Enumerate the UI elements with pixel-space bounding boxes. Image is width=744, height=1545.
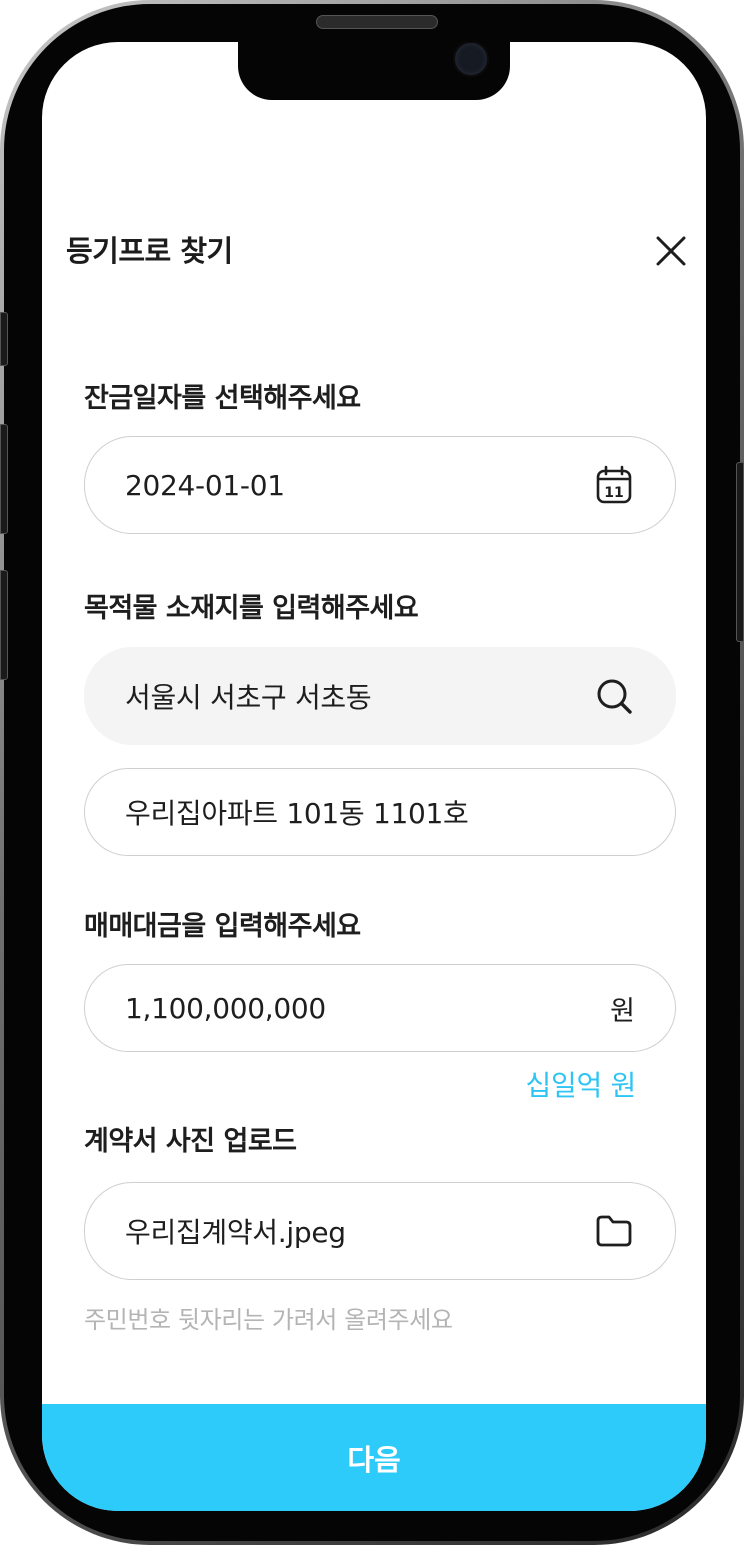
calendar-icon: 11 xyxy=(596,465,632,504)
mute-switch xyxy=(0,312,8,366)
contract-hint: 주민번호 뒷자리는 가려서 올려주세요 xyxy=(84,1306,453,1334)
address-detail-value: 우리집아파트 101동 1101호 xyxy=(125,797,469,830)
address-search-button[interactable] xyxy=(593,675,635,717)
search-icon xyxy=(597,679,632,714)
price-label: 매매대금을 입력해주세요 xyxy=(84,911,361,942)
calendar-day-text: 11 xyxy=(604,485,623,501)
app-screen: 등기프로 찾기 잔금일자를 선택해주세요 2024-01-01 11 목적물 소… xyxy=(42,42,706,1511)
balance-date-value: 2024-01-01 xyxy=(125,468,285,502)
notch xyxy=(238,42,510,100)
close-icon xyxy=(656,236,686,266)
next-button-label: 다음 xyxy=(347,1444,401,1477)
close-button[interactable] xyxy=(652,232,690,270)
balance-date-label: 잔금일자를 선택해주세요 xyxy=(84,383,361,414)
front-camera xyxy=(453,42,489,77)
contract-label: 계약서 사진 업로드 xyxy=(84,1126,297,1157)
sheet-title: 등기프로 찾기 xyxy=(66,234,233,268)
calendar-button[interactable]: 11 xyxy=(593,464,635,506)
next-button[interactable]: 다음 xyxy=(42,1404,706,1511)
price-unit: 원 xyxy=(610,995,635,1027)
price-korean-amount: 십일억 원 xyxy=(525,1069,637,1102)
folder-icon xyxy=(596,1215,632,1247)
power-button xyxy=(736,462,744,642)
file-browse-button[interactable] xyxy=(593,1210,635,1252)
speaker-grille xyxy=(316,15,438,29)
address-detail-field[interactable]: 우리집아파트 101동 1101호 xyxy=(84,768,676,856)
contract-upload-field[interactable]: 우리집계약서.jpeg xyxy=(84,1182,676,1280)
volume-down-button xyxy=(0,570,8,680)
address-search-field[interactable]: 서울시 서초구 서초동 xyxy=(84,647,676,745)
contract-file-name: 우리집계약서.jpeg xyxy=(125,1216,346,1249)
location-label: 목적물 소재지를 입력해주세요 xyxy=(84,593,419,624)
volume-up-button xyxy=(0,424,8,534)
price-value: 1,100,000,000 xyxy=(125,991,326,1025)
price-field[interactable]: 1,100,000,000 원 xyxy=(84,964,676,1052)
address-value: 서울시 서초구 서초동 xyxy=(125,681,372,714)
balance-date-field[interactable]: 2024-01-01 11 xyxy=(84,436,676,534)
